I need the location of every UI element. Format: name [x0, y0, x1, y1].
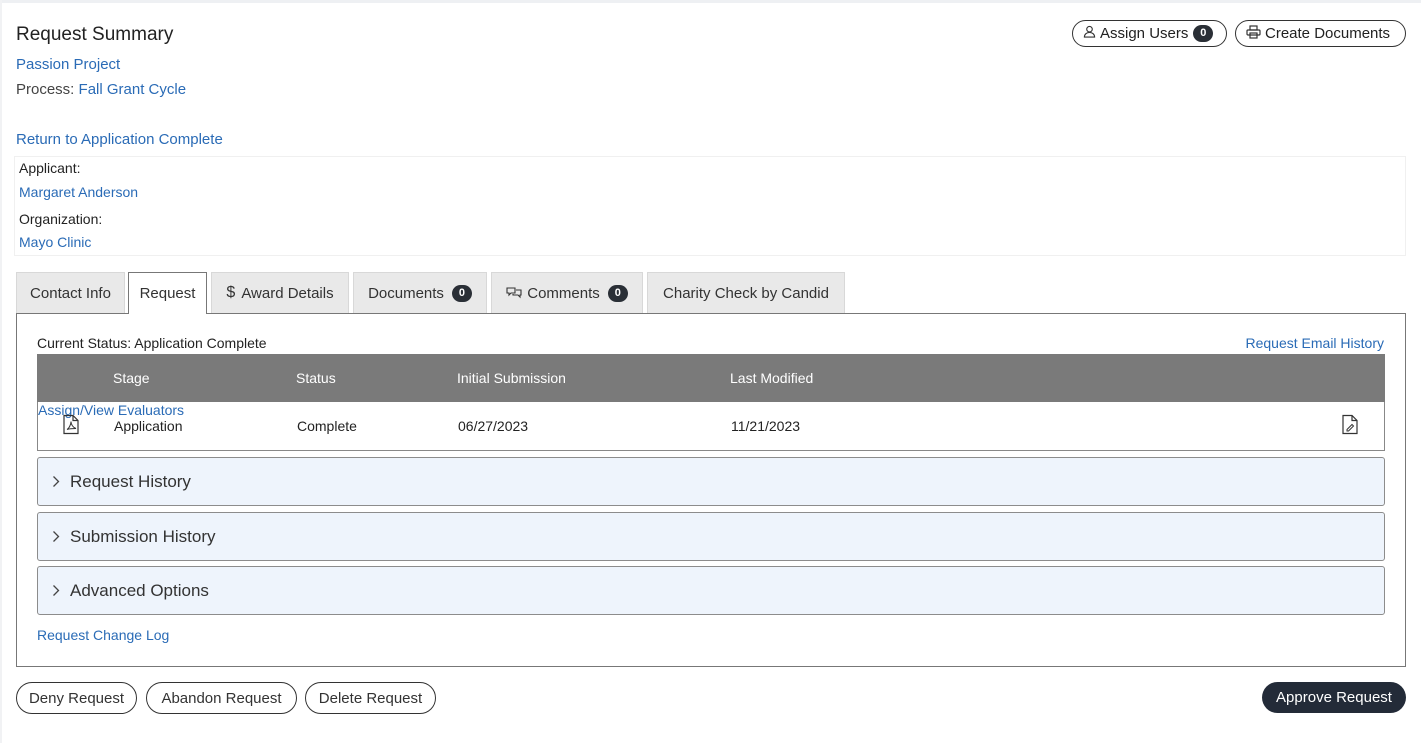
abandon-request-button[interactable]: Abandon Request: [146, 682, 297, 714]
col-initial-submission: Initial Submission: [457, 370, 566, 386]
assign-users-label: Assign Users: [1100, 25, 1189, 42]
current-status: Current Status: Application Complete: [37, 335, 267, 351]
process-line: Process: Fall Grant Cycle: [16, 81, 186, 98]
comments-icon: [506, 286, 522, 300]
project-link[interactable]: Passion Project: [16, 56, 120, 73]
process-link[interactable]: Fall Grant Cycle: [79, 81, 187, 98]
tab-award-details[interactable]: $ Award Details: [211, 272, 349, 313]
tab-request[interactable]: Request: [128, 272, 207, 314]
col-last-modified: Last Modified: [730, 370, 814, 386]
edit-document-icon[interactable]: [1342, 414, 1358, 438]
process-label: Process:: [16, 81, 75, 98]
tab-charity-check[interactable]: Charity Check by Candid: [647, 272, 845, 313]
accordion-label: Request History: [70, 471, 191, 491]
tab-documents[interactable]: Documents 0: [353, 272, 487, 313]
request-change-log-link[interactable]: Request Change Log: [37, 627, 169, 643]
comments-count: 0: [607, 284, 628, 302]
dollar-icon: $: [226, 284, 236, 301]
page-title: Request Summary: [16, 24, 174, 45]
approve-request-button[interactable]: Approve Request: [1262, 682, 1406, 713]
cell-status: Complete: [297, 418, 357, 434]
documents-count: 0: [451, 284, 472, 302]
cell-initial-submission: 06/27/2023: [458, 418, 529, 434]
col-status: Status: [296, 370, 336, 386]
organization-label: Organization:: [19, 211, 103, 227]
organization-link[interactable]: Mayo Clinic: [19, 234, 91, 250]
create-documents-button[interactable]: Create Documents: [1235, 20, 1406, 47]
table-header: Stage Status Initial Submission Last Mod…: [37, 354, 1385, 402]
tab-contact-info[interactable]: Contact Info: [16, 272, 125, 313]
pdf-icon[interactable]: [63, 414, 79, 438]
tab-label: Award Details: [241, 284, 334, 302]
tab-label: Comments: [527, 284, 600, 302]
accordion-advanced-options[interactable]: Advanced Options: [37, 566, 1385, 615]
tab-label: Contact Info: [30, 284, 111, 302]
cell-last-modified: 11/21/2023: [731, 418, 801, 434]
accordion-label: Submission History: [70, 526, 216, 546]
user-icon: [1083, 25, 1100, 42]
accordion-request-history[interactable]: Request History: [37, 457, 1385, 506]
chevron-right-icon: [52, 584, 60, 597]
create-documents-label: Create Documents: [1265, 25, 1391, 42]
return-link[interactable]: Return to Application Complete: [16, 131, 223, 148]
col-stage: Stage: [113, 370, 150, 386]
tab-label: Request: [139, 285, 196, 302]
request-email-history-link[interactable]: Request Email History: [1246, 335, 1385, 351]
printer-icon: [1246, 24, 1265, 43]
delete-request-button[interactable]: Delete Request: [305, 682, 436, 714]
assign-users-button[interactable]: Assign Users 0: [1072, 20, 1227, 47]
left-edge: [0, 0, 2, 743]
tab-label: Documents: [368, 284, 444, 302]
chevron-right-icon: [52, 530, 60, 543]
applicant-label: Applicant:: [19, 160, 81, 176]
deny-request-button[interactable]: Deny Request: [16, 682, 137, 714]
applicant-info-box: [14, 156, 1406, 256]
applicant-link[interactable]: Margaret Anderson: [19, 184, 138, 200]
tab-comments[interactable]: Comments 0: [491, 272, 643, 313]
accordion-submission-history[interactable]: Submission History: [37, 512, 1385, 561]
assign-view-evaluators-link[interactable]: Assign/View Evaluators: [38, 402, 184, 418]
tab-label: Charity Check by Candid: [663, 284, 829, 302]
table-row: Application Complete 06/27/2023 11/21/20…: [37, 402, 1385, 451]
top-strip: [0, 0, 1421, 3]
assign-users-count: 0: [1193, 25, 1214, 42]
accordion-label: Advanced Options: [70, 580, 209, 600]
cell-stage: Application: [114, 418, 183, 434]
chevron-right-icon: [52, 475, 60, 488]
